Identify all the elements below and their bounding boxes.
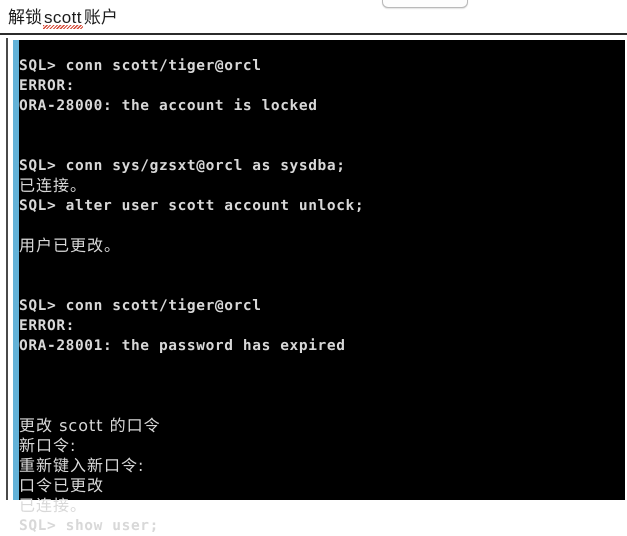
- console-line: SQL> conn sys/gzsxt@orcl as sysdba;: [19, 158, 346, 174]
- console-line: ERROR:: [19, 78, 75, 94]
- document-heading-bar: 解锁 scott 账户: [0, 0, 627, 34]
- page-title-suffix: 账户: [83, 8, 118, 27]
- heading-divider: [0, 33, 627, 35]
- console-line: SQL> show user;: [19, 518, 159, 534]
- console-line: ORA-28001: the password has expired: [19, 338, 346, 354]
- console-line: 新口令:: [19, 436, 77, 455]
- console-line: 口令已更改: [19, 476, 105, 495]
- console-line: SQL> alter user scott account unlock;: [19, 198, 365, 214]
- console-line: 用户已更改。: [19, 236, 122, 255]
- page-title-misspelled-word: scott: [44, 8, 82, 27]
- console-line: 已连接。: [19, 496, 88, 515]
- page-title: 解锁 scott 账户: [8, 6, 118, 30]
- console-line: ORA-28000: the account is locked: [19, 98, 318, 114]
- console-line: ERROR:: [19, 318, 75, 334]
- terminal-left-accent-bar[interactable]: [13, 40, 19, 500]
- console-line: 重新键入新口令:: [19, 456, 145, 475]
- console-line: 更改 scott 的口令: [19, 416, 161, 435]
- page-title-prefix: 解锁: [8, 8, 42, 27]
- console-line: 已连接。: [19, 176, 88, 195]
- terminal-left-border: [6, 38, 9, 500]
- console-line: SQL> conn scott/tiger@orcl: [19, 58, 262, 74]
- console-line: SQL> conn scott/tiger@orcl: [19, 298, 262, 314]
- console-output: SQL> conn scott/tiger@orcl ERROR: ORA-2800…: [19, 40, 619, 536]
